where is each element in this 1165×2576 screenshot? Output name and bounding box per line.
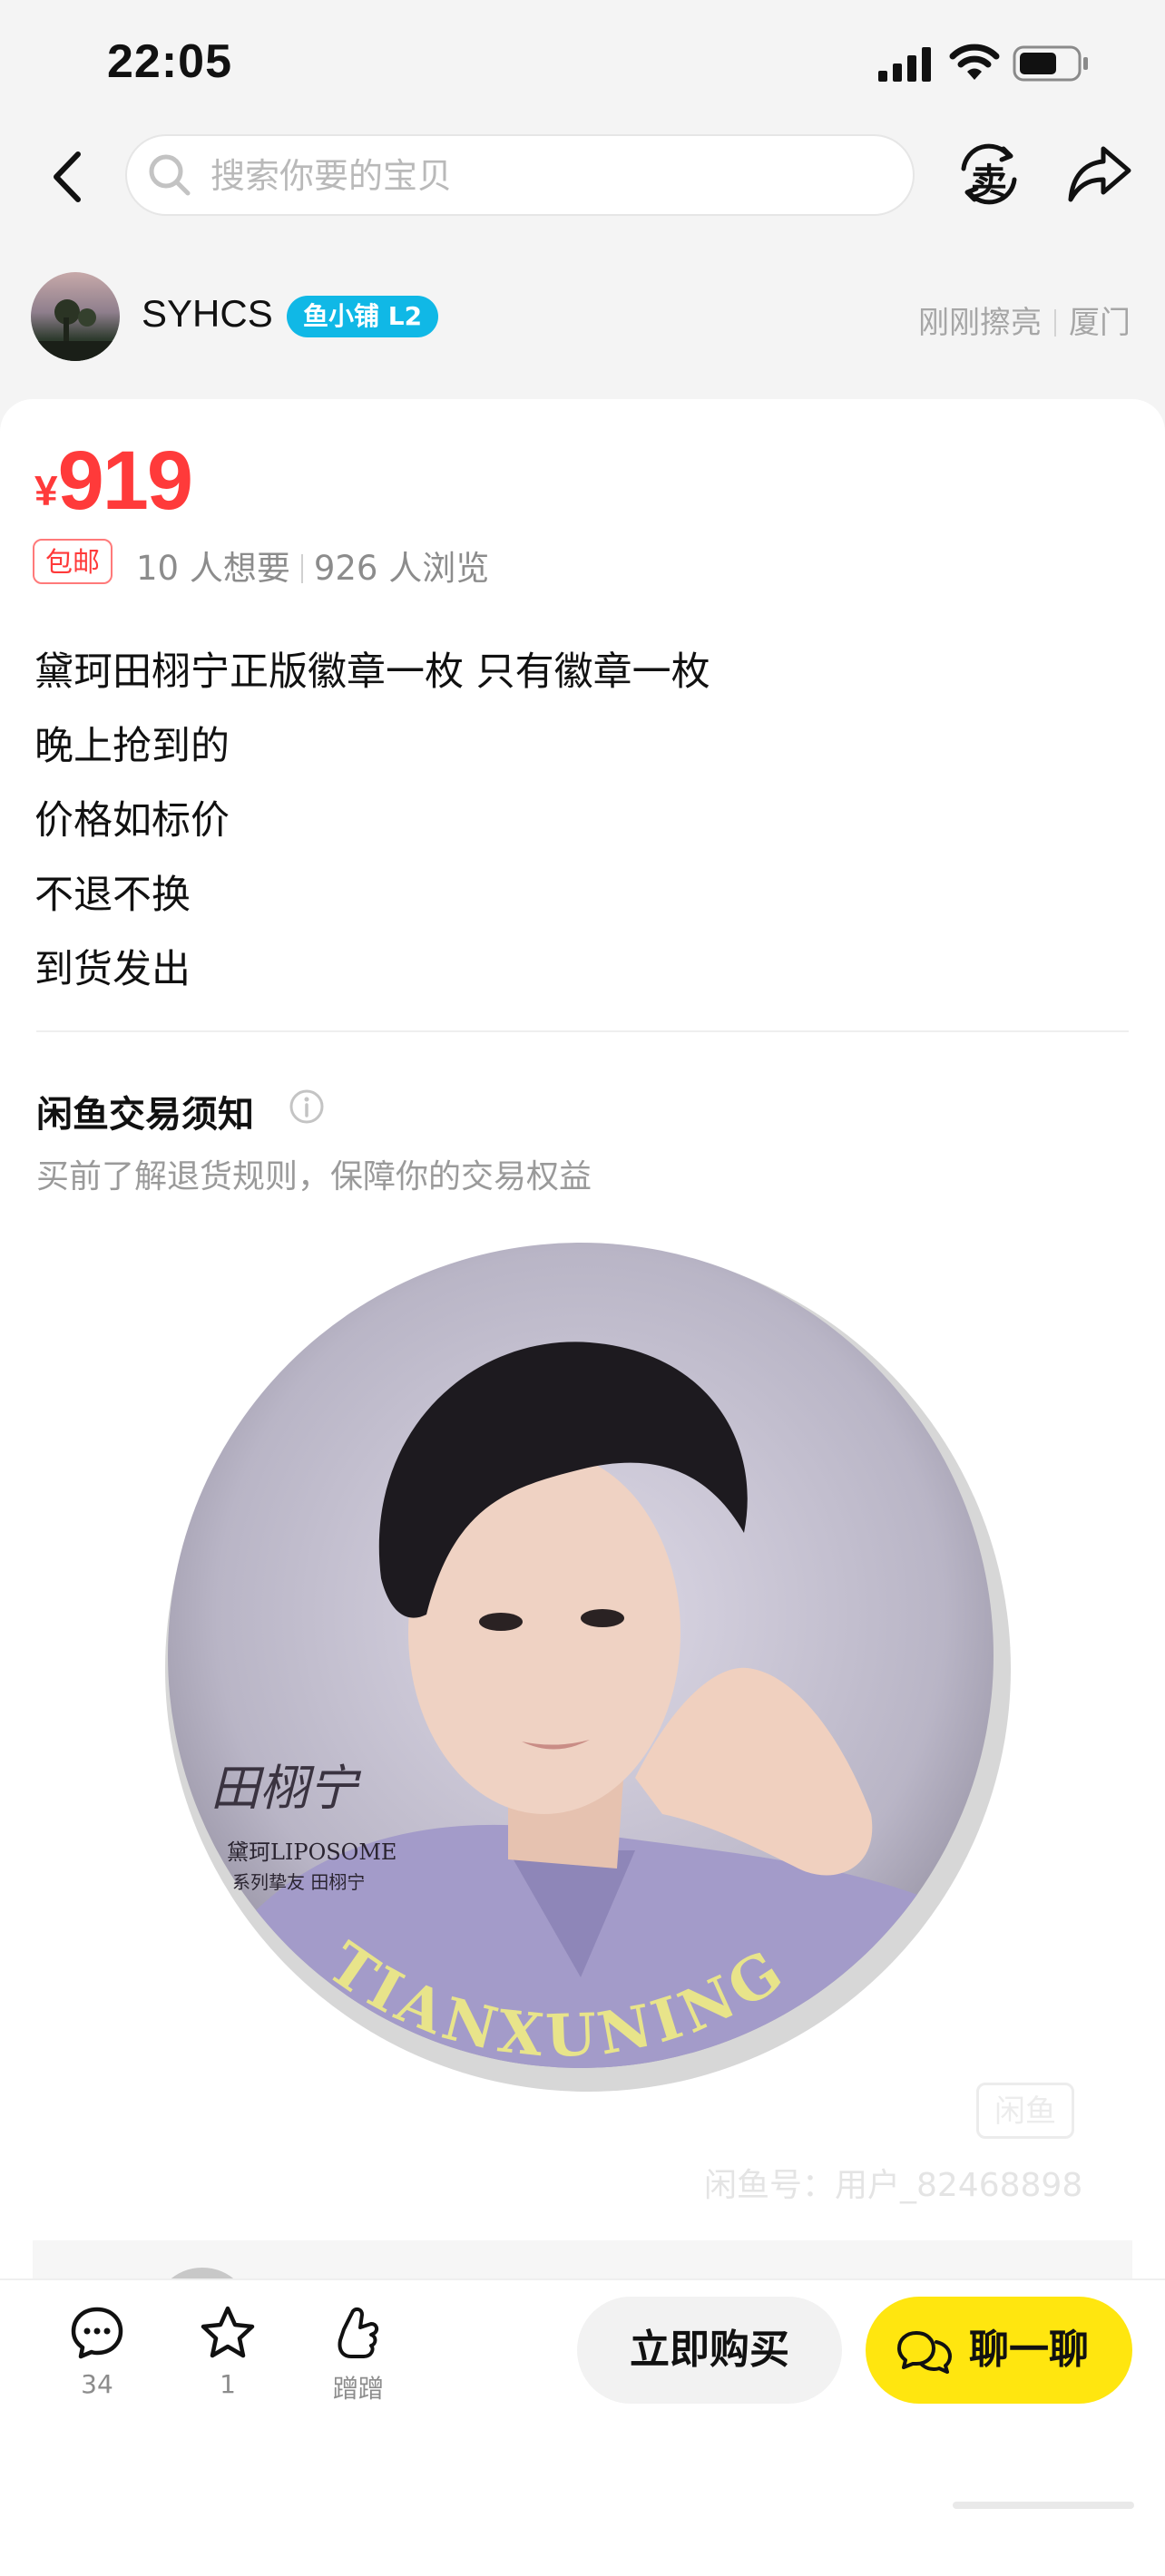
view-count: 926 人浏览 [313, 549, 490, 588]
want-count: 10 人想要 [136, 549, 290, 588]
xianyu-watermark-id: 闲鱼号：用户_82468898 [704, 2167, 1083, 2204]
sell-button[interactable]: 卖 [953, 138, 1025, 210]
price-currency: ¥ [34, 467, 58, 514]
favorites-count: 1 [220, 2369, 236, 2399]
description-line: 到货发出 [34, 947, 191, 992]
back-arrow-icon[interactable] [44, 145, 98, 209]
comments-count: 34 [81, 2369, 113, 2399]
product-description: 黛珂田栩宁正版徽章一枚 只有徽章一枚 晚上抢到的 价格如标价 不退不换 到货发出 [34, 635, 710, 1007]
status-bar: 22:05 [0, 0, 1165, 127]
description-line: 价格如标价 [34, 798, 230, 844]
info-icon[interactable] [289, 1088, 325, 1125]
nudge-hand-icon [338, 2307, 379, 2358]
description-line: 黛珂田栩宁正版徽章一枚 只有徽章一枚 [34, 649, 710, 695]
section-divider [36, 1030, 1129, 1032]
seller-location: 厦门 [1069, 305, 1131, 341]
trade-notice-title[interactable]: 闲鱼交易须知 [36, 1085, 254, 1137]
meta-divider [1054, 309, 1056, 337]
description-line: 晚上抢到的 [34, 724, 230, 769]
xianyu-watermark-logo: 闲鱼 [976, 2083, 1074, 2139]
nudge-label: 蹭蹭 [332, 2374, 384, 2404]
search-input[interactable] [209, 147, 884, 205]
cellular-signal-icon [878, 47, 931, 82]
shop-level-badge[interactable]: 鱼小铺 L2 [287, 296, 439, 337]
comments-button[interactable]: 34 [47, 2304, 147, 2399]
wifi-icon [949, 44, 1000, 80]
comment-icon [71, 2307, 123, 2359]
search-bar[interactable] [125, 134, 915, 216]
chat-label: 聊一聊 [969, 2327, 1089, 2373]
favorite-button[interactable]: 1 [178, 2304, 278, 2399]
battery-icon [1013, 45, 1088, 82]
badge-text-line2: 系列挚友 田栩宁 [232, 1871, 365, 1893]
share-icon[interactable] [1063, 138, 1136, 210]
product-stats: 10 人想要 926 人浏览 [136, 541, 489, 590]
badge-photo: 田栩宁 黛珂LIPOSOME 系列挚友 田栩宁 TIANXUNING [165, 1243, 1011, 2092]
home-indicator [953, 2502, 1134, 2509]
buy-now-button[interactable]: 立即购买 [577, 2297, 842, 2404]
seller-name[interactable]: SYHCS [142, 292, 273, 336]
chat-button[interactable]: 聊一聊 [866, 2297, 1132, 2404]
nudge-button[interactable]: 蹭蹭 [308, 2304, 408, 2405]
stats-divider [300, 554, 303, 583]
trade-notice-subtitle[interactable]: 买前了解退货规则，保障你的交易权益 [36, 1150, 592, 1197]
sell-icon-text: 卖 [971, 161, 1007, 203]
refresh-status: 刚刚擦亮 [918, 305, 1042, 341]
chat-icon [897, 2331, 952, 2374]
avatar-photo [31, 299, 120, 361]
price-amount: 919 [57, 434, 193, 527]
star-icon [201, 2306, 255, 2358]
description-line: 不退不换 [34, 873, 191, 918]
product-photo[interactable]: 田栩宁 黛珂LIPOSOME 系列挚友 田栩宁 TIANXUNING [0, 1234, 1165, 2222]
badge-signature: 田栩宁 [210, 1760, 362, 1817]
product-price: ¥919 [34, 434, 193, 529]
search-icon [149, 154, 191, 196]
free-shipping-tag: 包邮 [33, 539, 113, 584]
status-time: 22:05 [107, 35, 232, 88]
seller-meta: 刚刚擦亮 厦门 [918, 298, 1131, 342]
seller-avatar[interactable] [31, 272, 120, 361]
badge-text-line1: 黛珂LIPOSOME [227, 1839, 396, 1865]
